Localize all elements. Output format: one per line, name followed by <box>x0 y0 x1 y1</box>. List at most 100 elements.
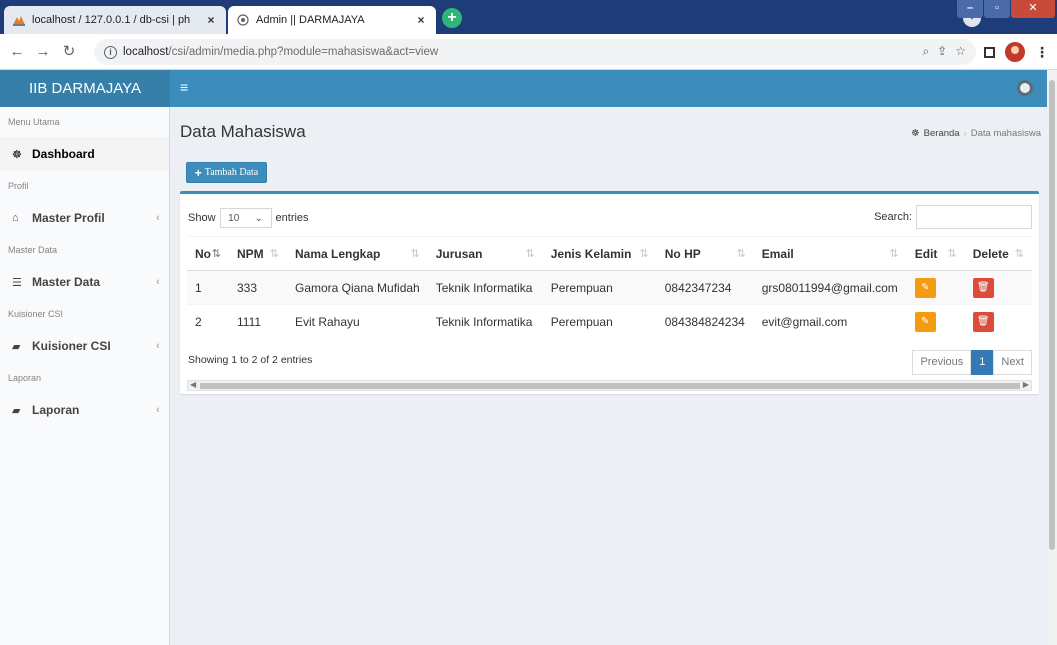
sort-asc-icon: ⇅ <box>211 247 221 260</box>
cell-no-hp: 0842347234 <box>656 270 754 305</box>
sidebar-item-master-data[interactable]: ☰ Master Data ‹ <box>0 265 169 299</box>
plus-icon: + <box>194 165 202 180</box>
sidebar-toggle-icon[interactable]: ≡ <box>180 80 194 94</box>
back-icon[interactable]: ← <box>8 43 26 61</box>
data-table-box: Show 10 ⌄ entries Search: No ⇅ NPM ⇅ Nama … <box>180 191 1039 394</box>
cell-no: 1 <box>187 270 229 305</box>
column-header-jurusan[interactable]: Jurusan ⇅ <box>427 236 543 271</box>
column-header-npm[interactable]: NPM ⇅ <box>229 236 287 271</box>
scroll-right-icon[interactable]: ▶ <box>1023 380 1029 389</box>
sidebar-item-master-profil[interactable]: ⌂ Master Profil ‹ <box>0 201 169 235</box>
close-tab-icon[interactable]: × <box>414 13 428 27</box>
entries-select[interactable]: 10 ⌄ <box>219 208 272 228</box>
zoom-icon[interactable]: ⌕ <box>922 44 929 59</box>
sidebar-header: Menu Utama <box>8 117 60 127</box>
browser-menu-icon[interactable]: ⋮ <box>1035 44 1049 61</box>
new-tab-button[interactable]: + <box>442 8 462 28</box>
user-menu-icon[interactable] <box>1017 80 1033 96</box>
column-label: No HP <box>664 246 701 261</box>
column-header-no-hp[interactable]: No HP ⇅ <box>656 236 754 271</box>
sidebar-item-kuisioner-csi[interactable]: ▰ Kuisioner CSI ‹ <box>0 329 169 363</box>
profile-avatar[interactable] <box>1005 42 1025 62</box>
sidebar-header: Laporan <box>8 373 42 383</box>
edit-icon: ✎ <box>921 281 930 293</box>
window-close-icon[interactable]: ✕ <box>1011 0 1055 18</box>
sort-icon: ⇅ <box>1014 247 1024 260</box>
close-tab-icon[interactable]: × <box>204 13 218 27</box>
browser-tab-phpmyadmin[interactable]: localhost / 127.0.0.1 / db-csi | ph × <box>4 6 226 34</box>
page-scrollbar[interactable] <box>1047 70 1057 645</box>
sidebar-item-label: Kuisioner CSI <box>32 339 111 353</box>
toolbar-icons: ⋮ <box>984 42 1049 62</box>
sort-icon: ⇅ <box>410 247 420 260</box>
side-panel-icon[interactable] <box>984 46 995 58</box>
chevron-left-icon: ‹ <box>156 276 160 288</box>
home-icon: ⌂ <box>12 212 19 224</box>
column-label: Email <box>761 246 794 261</box>
search-input[interactable] <box>916 205 1032 229</box>
scrollbar-thumb[interactable] <box>1049 80 1055 550</box>
share-icon[interactable]: ⇪ <box>937 44 947 59</box>
sort-icon: ⇅ <box>947 247 957 260</box>
scroll-left-icon[interactable]: ◀ <box>190 380 196 389</box>
edit-button[interactable]: ✎ <box>914 277 936 298</box>
column-header-nama[interactable]: Nama Lengkap ⇅ <box>287 236 428 271</box>
sidebar-header: Profil <box>8 181 29 191</box>
column-header-email[interactable]: Email ⇅ <box>753 236 907 271</box>
pagination-previous[interactable]: Previous <box>912 350 972 375</box>
pagination-next[interactable]: Next <box>993 350 1032 375</box>
cell-no-hp: 084384824234 <box>656 304 754 339</box>
sidebar-item-label: Master Profil <box>32 211 105 225</box>
chevron-left-icon: ‹ <box>156 212 160 224</box>
maximize-icon[interactable]: ▫ <box>984 0 1010 18</box>
url-input[interactable]: i localhost/csi/admin/media.php?module=m… <box>94 39 976 65</box>
column-label: Nama Lengkap <box>295 246 381 261</box>
sidebar-item-dashboard[interactable]: ☸ Dashboard <box>0 137 169 171</box>
edit-button[interactable]: ✎ <box>914 311 936 332</box>
pagination-page-1[interactable]: 1 <box>971 350 994 375</box>
sort-icon: ⇅ <box>525 247 535 260</box>
cell-no: 2 <box>187 304 229 339</box>
cell-jenis-kelamin: Perempuan <box>542 304 657 339</box>
mahasiswa-table: No ⇅ NPM ⇅ Nama Lengkap ⇅ Jurusan ⇅ Jenis Ke… <box>187 236 1032 339</box>
scrollbar-thumb[interactable] <box>200 383 1020 389</box>
site-info-icon[interactable]: i <box>104 45 117 59</box>
cell-nama: Gamora Qiana Mufidah <box>287 270 428 305</box>
column-label: No <box>195 246 211 261</box>
sidebar-item-label: Dashboard <box>32 147 95 161</box>
delete-button[interactable]: 🗑 <box>972 311 994 332</box>
browser-tab-admin[interactable]: Admin || DARMAJAYA × <box>228 6 436 34</box>
forward-icon[interactable]: → <box>34 43 52 61</box>
page-title: Data Mahasiswa <box>180 122 306 141</box>
sort-icon: ⇅ <box>269 247 279 260</box>
cell-edit: ✎ <box>906 304 965 339</box>
tab-title: localhost / 127.0.0.1 / db-csi | ph <box>32 14 191 26</box>
cell-email: evit@gmail.com <box>753 304 907 339</box>
cell-npm: 333 <box>229 270 287 305</box>
minimize-icon[interactable]: – <box>957 0 983 18</box>
column-header-delete[interactable]: Delete ⇅ <box>964 236 1032 271</box>
sidebar-item-laporan[interactable]: ▰ Laporan ‹ <box>0 393 169 427</box>
column-label: Delete <box>972 246 1009 261</box>
bookmark-star-icon[interactable]: ☆ <box>955 44 966 59</box>
table-horizontal-scrollbar[interactable]: ◀ ▶ <box>187 380 1032 391</box>
column-header-edit[interactable]: Edit ⇅ <box>906 236 965 271</box>
app-logo[interactable]: IIB DARMAJAYA <box>0 70 170 107</box>
reload-icon[interactable]: ↻ <box>60 43 78 61</box>
column-header-no[interactable]: No ⇅ <box>187 236 229 271</box>
cell-jurusan: Teknik Informatika <box>427 304 543 339</box>
column-label: Edit <box>914 246 938 261</box>
trash-icon: 🗑 <box>976 315 990 327</box>
dashboard-icon: ☸ <box>12 148 22 161</box>
delete-button[interactable]: 🗑 <box>972 277 994 298</box>
length-show-label: Show <box>188 212 216 224</box>
url-host: localhost <box>123 46 169 58</box>
url-path: /csi/admin/media.php?module=mahasiswa&ac… <box>168 46 439 58</box>
book-icon: ▰ <box>12 340 21 353</box>
sidebar-item-label: Laporan <box>32 403 80 417</box>
column-header-jenis-kelamin[interactable]: Jenis Kelamin ⇅ <box>542 236 657 271</box>
cell-jurusan: Teknik Informatika <box>427 270 543 305</box>
breadcrumb-home-link[interactable]: Beranda <box>924 128 960 139</box>
add-data-button[interactable]: + Tambah Data <box>186 162 267 183</box>
entries-length-control: Show 10 ⌄ entries <box>188 208 309 228</box>
